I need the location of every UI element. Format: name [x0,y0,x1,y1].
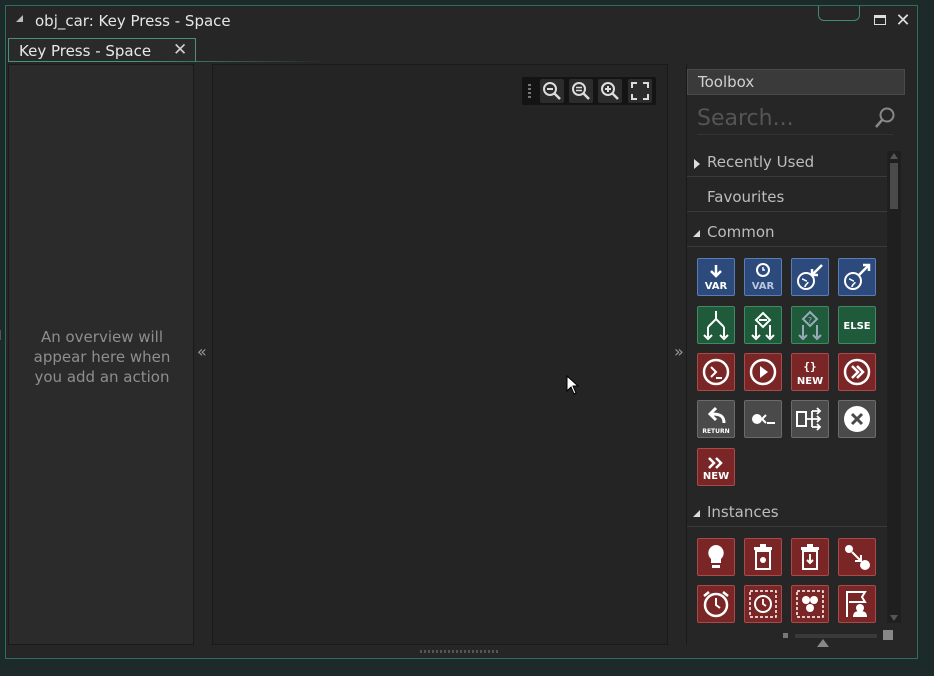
slider-track[interactable] [795,634,877,638]
toolbox-panel: Toolbox Recently Used Favourites Common … [686,64,909,647]
section-label: Common [707,223,775,241]
zoom-out-icon [543,82,561,100]
overview-message: An overview will appear here when you ad… [33,328,171,386]
title-bar: obj_car: Key Press - Space ✕ [6,6,917,36]
call-function-icon[interactable] [838,353,876,391]
action-canvas[interactable] [212,64,668,645]
search-input[interactable] [697,104,862,132]
if-variable-icon[interactable] [697,306,735,344]
set-global-icon[interactable] [838,258,876,296]
instance-count-icon[interactable] [791,585,829,623]
run-script-icon[interactable] [744,353,782,391]
svg-text:{}: {} [803,360,816,373]
overview-panel: An overview will appear here when you ad… [8,64,194,645]
destroy-at-position-icon[interactable] [791,538,829,576]
icon-text: RETURN [702,428,729,435]
exit-event-icon[interactable] [838,400,876,438]
set-alarm-icon[interactable] [697,585,735,623]
icon-text: ELSE [843,321,870,332]
execute-code-icon[interactable] [697,353,735,391]
if-expression-icon[interactable] [744,306,782,344]
assign-variable-icon[interactable]: VAR [697,258,735,296]
else-icon[interactable]: ELSE [838,306,876,344]
if-undefined-icon[interactable]: ? [791,306,829,344]
tab-close-icon[interactable]: ✕ [173,40,187,60]
section-recently-used[interactable]: Recently Used [687,150,887,177]
zoom-in-button[interactable] [598,79,622,103]
icon-text: NEW [703,471,729,482]
toolbox-title: Toolbox [698,73,755,91]
tab-label: Key Press - Space [19,42,152,60]
slider-knob[interactable] [817,639,829,647]
return-icon[interactable]: RETURN [697,400,735,438]
zoom-toolbar [522,77,656,105]
icon-text: VAR [705,281,728,292]
icon-size-slider [783,629,893,649]
switch-icon[interactable] [791,400,829,438]
large-size-icon [883,630,893,640]
zoom-in-icon [601,82,619,100]
section-label: Instances [707,503,779,521]
section-label: Recently Used [707,153,815,171]
change-instance-icon[interactable] [838,538,876,576]
maximize-icon[interactable] [872,12,890,30]
collapse-arrow-icon [693,510,700,517]
section-common[interactable]: Common [687,220,887,247]
fit-screen-icon [631,82,649,100]
comment-icon[interactable] [744,400,782,438]
destroy-instance-icon[interactable] [744,538,782,576]
scrollbar-thumb[interactable] [890,163,898,209]
toolbox-search [697,104,895,134]
toolbox-scrollbar[interactable] [887,151,901,623]
toolbox-header: Toolbox [687,69,905,95]
icon-text: VAR [752,281,775,292]
svg-text:?: ? [808,316,812,325]
collapse-triangle-icon[interactable] [16,15,23,22]
scroll-down-icon[interactable] [890,615,898,621]
zoom-out-button[interactable] [540,79,564,103]
mouse-pointer-icon [566,375,580,395]
declare-function-icon[interactable]: {} NEW [791,353,829,391]
collapse-arrow-icon [693,230,700,237]
collapse-right-button[interactable]: » [674,342,684,361]
section-label: Favourites [707,188,785,206]
close-window-icon[interactable]: ✕ [894,12,912,30]
temp-variable-icon[interactable]: VAR [744,258,782,296]
search-underline [697,134,893,135]
bottom-resize-grip[interactable] [420,650,500,653]
fit-screen-button[interactable] [628,79,652,103]
section-instances[interactable]: Instances [687,500,887,527]
create-instance-icon[interactable] [697,538,735,576]
tab-key-press-space[interactable]: Key Press - Space ✕ [8,38,196,62]
section-favourites[interactable]: Favourites [687,185,887,212]
scroll-up-icon[interactable] [890,153,898,159]
get-alarm-icon[interactable] [744,585,782,623]
expand-arrow-icon [694,159,700,169]
collapse-left-button[interactable]: « [197,342,207,361]
small-size-icon [783,633,788,638]
search-icon[interactable] [873,106,897,130]
get-global-icon[interactable] [791,258,829,296]
set-instance-variable-icon[interactable] [838,585,876,623]
title-notch [818,6,860,21]
zoom-reset-button[interactable] [569,79,593,103]
icon-text: NEW [797,376,823,387]
window-title: obj_car: Key Press - Space [35,12,231,30]
resize-edge[interactable] [0,330,5,340]
zoom-reset-icon [572,82,590,100]
new-constructor-icon[interactable]: NEW [697,448,735,486]
toolbar-grip-icon[interactable] [528,84,531,98]
tab-underline [8,61,328,62]
